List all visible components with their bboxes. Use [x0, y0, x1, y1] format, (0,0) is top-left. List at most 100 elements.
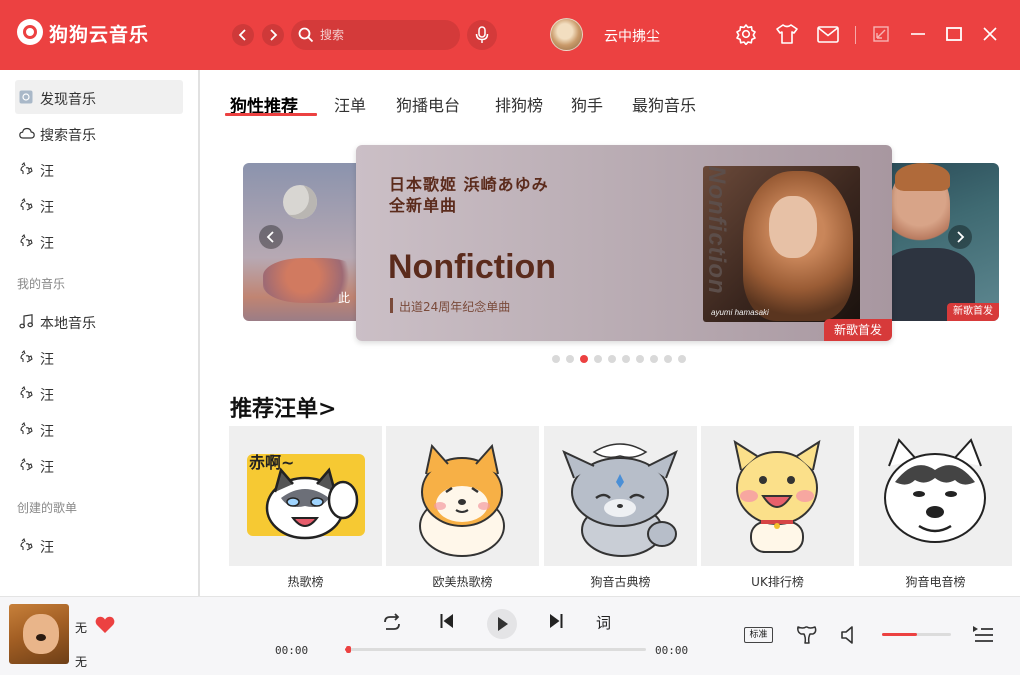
sidebar-item-label: 本地音乐 — [40, 316, 96, 332]
volume-slider[interactable] — [882, 633, 951, 636]
music-note-icon — [19, 314, 33, 329]
sidebar-item-wang-5[interactable]: 汪 — [15, 376, 183, 410]
playlist-card[interactable]: 赤啊~ — [229, 426, 382, 566]
tab-charts[interactable]: 排狗榜 — [495, 92, 543, 116]
sidebar-item-label: 汪 — [40, 200, 54, 216]
playlist-card[interactable] — [386, 426, 539, 566]
carousel-dot[interactable] — [664, 355, 672, 363]
playlist-card[interactable] — [701, 426, 854, 566]
sound-effect-icon[interactable] — [795, 624, 819, 646]
carousel-dot[interactable] — [566, 355, 574, 363]
banner-next-slide[interactable]: 新歌首发 — [880, 163, 999, 321]
banner-prev-button[interactable] — [259, 225, 283, 249]
new-song-badge: 新歌首发 — [947, 303, 999, 321]
sidebar-item-local-music[interactable]: 本地音乐 — [15, 304, 183, 338]
title-bar-divider — [855, 26, 856, 44]
next-track-icon[interactable] — [548, 613, 564, 629]
shiba-sticker — [419, 443, 505, 557]
tab-radio[interactable]: 狗播电台 — [396, 92, 460, 116]
dog-icon — [20, 234, 33, 247]
repeat-icon[interactable] — [381, 613, 403, 633]
carousel-dot[interactable] — [650, 355, 658, 363]
playlist-card-title[interactable]: 狗音古典榜 — [544, 573, 697, 590]
carousel-dot[interactable] — [594, 355, 602, 363]
play-icon — [498, 617, 508, 631]
sidebar-item-wang-3[interactable]: 汪 — [15, 224, 183, 258]
active-tab-indicator — [225, 113, 317, 116]
carousel-dot[interactable] — [636, 355, 644, 363]
carousel-dot[interactable] — [552, 355, 560, 363]
sidebar-item-wang-7[interactable]: 汪 — [15, 448, 183, 482]
progress-bar[interactable] — [345, 646, 646, 653]
playlist-card[interactable] — [859, 426, 1012, 566]
sidebar-item-search-music[interactable]: 搜索音乐 — [15, 116, 183, 150]
playlist-card-title[interactable]: 热歌榜 — [229, 573, 382, 590]
sidebar-item-label: 汪 — [40, 352, 54, 368]
tab-playlists[interactable]: 汪单 — [334, 92, 366, 116]
voice-search-button[interactable] — [467, 20, 497, 50]
banner-current-slide[interactable]: 日本歌姬 浜崎あゆみ 全新单曲 Nonfiction 出道24周年纪念单曲 No… — [356, 145, 892, 341]
logo-icon — [17, 19, 43, 45]
username[interactable]: 云中拂尘 — [604, 26, 660, 46]
settings-icon[interactable] — [735, 23, 757, 45]
sidebar: 发现音乐 搜索音乐 汪 汪 汪 我的音乐 本地音乐 汪 汪 汪 汪 创建的歌单 … — [0, 70, 199, 596]
crying-husky-sticker: 赤啊~ — [247, 453, 365, 540]
playlist-card-title[interactable]: 狗音电音榜 — [859, 573, 1012, 590]
forward-button[interactable] — [262, 24, 284, 46]
search-icon — [298, 27, 314, 43]
back-button[interactable] — [232, 24, 254, 46]
heart-icon[interactable] — [95, 616, 115, 634]
sidebar-item-label: 汪 — [40, 424, 54, 440]
song-title[interactable]: 无 — [75, 619, 87, 636]
sound-quality-button[interactable]: 标准 — [744, 627, 773, 643]
playlist-card[interactable] — [544, 426, 697, 566]
lyrics-button[interactable]: 词 — [596, 612, 611, 633]
playlist-card-title[interactable]: 欧美热歌榜 — [386, 573, 539, 590]
recommend-title[interactable]: 推荐汪单> — [230, 391, 336, 423]
banner-prev-text: 此 — [338, 291, 351, 305]
banner-subtitle-bar — [390, 298, 393, 313]
sidebar-item-created-wang[interactable]: 汪 — [15, 528, 183, 562]
dog-icon — [20, 538, 33, 551]
volume-icon[interactable] — [840, 625, 862, 645]
playlist-card-title[interactable]: UK排行榜 — [701, 573, 854, 590]
search-input[interactable] — [320, 26, 450, 44]
new-song-badge: 新歌首发 — [824, 319, 892, 341]
mini-mode-icon[interactable] — [872, 23, 890, 45]
album-cover[interactable] — [9, 604, 69, 664]
close-icon[interactable] — [981, 23, 999, 45]
skin-icon[interactable] — [775, 23, 799, 45]
chevron-right-icon — [957, 231, 965, 243]
search-box[interactable] — [291, 20, 460, 50]
previous-track-icon[interactable] — [439, 613, 455, 629]
sidebar-item-label: 搜索音乐 — [40, 128, 96, 144]
sidebar-item-wang-2[interactable]: 汪 — [15, 188, 183, 222]
tab-artists[interactable]: 狗手 — [571, 92, 603, 116]
sidebar-item-wang-6[interactable]: 汪 — [15, 412, 183, 446]
carousel-dot[interactable] — [608, 355, 616, 363]
play-button[interactable] — [487, 609, 517, 639]
mail-icon[interactable] — [816, 23, 840, 45]
minimize-icon[interactable] — [909, 23, 927, 45]
tab-new-music[interactable]: 最狗音乐 — [632, 92, 696, 116]
dog-icon — [20, 350, 33, 363]
progress-handle[interactable] — [346, 646, 351, 653]
sidebar-item-label: 汪 — [40, 388, 54, 404]
dog-icon — [20, 422, 33, 435]
dog-icon — [20, 386, 33, 399]
banner-headline-2: 全新单曲 — [389, 196, 458, 215]
sidebar-item-wang-1[interactable]: 汪 — [15, 152, 183, 186]
dog-icon — [20, 198, 33, 211]
carousel-dot[interactable] — [678, 355, 686, 363]
user-avatar[interactable] — [550, 18, 583, 51]
banner-next-button[interactable] — [948, 225, 972, 249]
sidebar-item-wang-4[interactable]: 汪 — [15, 340, 183, 374]
carousel-dot[interactable] — [580, 355, 588, 363]
forward-icon — [270, 29, 278, 41]
song-artist[interactable]: 无 — [75, 653, 87, 670]
maximize-icon[interactable] — [945, 23, 963, 45]
carousel-dot[interactable] — [622, 355, 630, 363]
sidebar-item-discover[interactable]: 发现音乐 — [15, 80, 183, 114]
recommend-title-text: 推荐汪单 — [230, 396, 319, 422]
playlist-queue-icon[interactable] — [972, 625, 994, 645]
